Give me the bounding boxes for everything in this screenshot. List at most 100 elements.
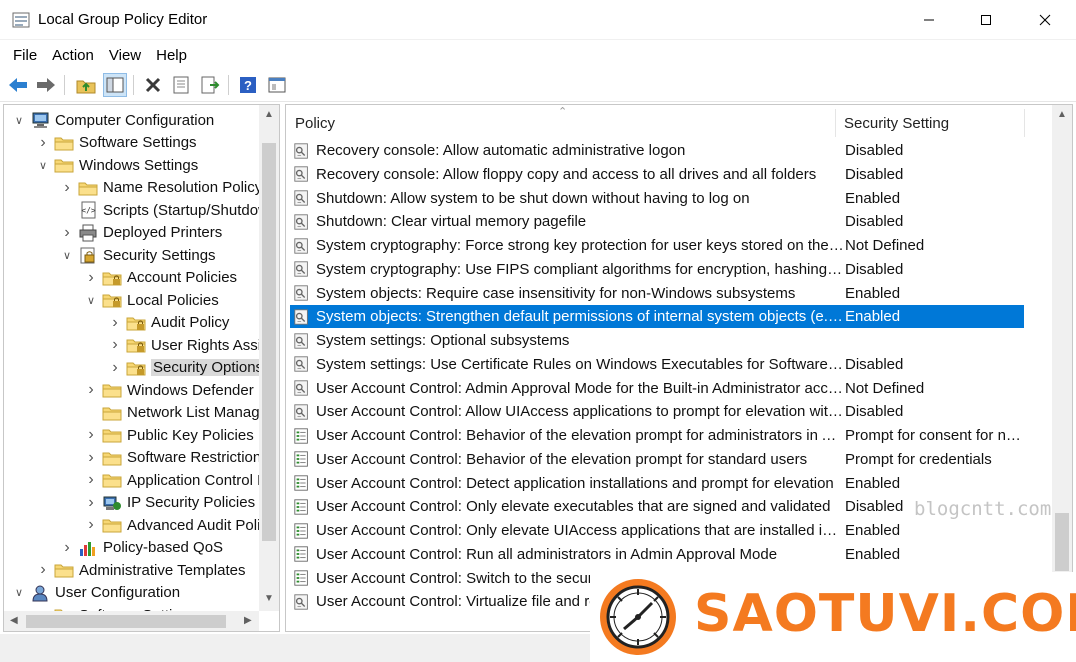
policy-row[interactable]: User Account Control: Allow UIAccess app… (290, 400, 1024, 423)
collapse-chevron-icon[interactable]: ∨ (12, 582, 26, 604)
policy-row[interactable]: User Account Control: Behavior of the el… (290, 448, 1024, 471)
policy-row[interactable]: System objects: Require case insensitivi… (290, 282, 1024, 305)
expand-chevron-icon[interactable]: › (60, 222, 74, 244)
policy-row[interactable]: User Account Control: Behavior of the el… (290, 424, 1024, 447)
export-list-button[interactable] (198, 73, 222, 97)
policy-name: User Account Control: Allow UIAccess app… (316, 403, 844, 421)
tree-item[interactable]: › Windows Defender Firewall (84, 379, 279, 401)
policy-row[interactable]: Shutdown: Allow system to be shut down w… (290, 187, 1024, 210)
delete-button[interactable] (141, 73, 165, 97)
expand-chevron-icon[interactable]: › (108, 312, 122, 334)
list-scroll-thumb[interactable] (1055, 513, 1069, 571)
tree-item[interactable]: ›User Rights Assignment (108, 334, 279, 356)
back-button[interactable] (6, 73, 30, 97)
policy-row[interactable]: Recovery console: Allow automatic admini… (290, 139, 1024, 162)
tree-horizontal-scrollbar[interactable]: ◀ ▶ (4, 611, 259, 631)
expand-chevron-icon[interactable]: › (108, 334, 122, 356)
policy-security-setting: Disabled (845, 142, 904, 159)
expand-chevron-icon[interactable]: › (36, 559, 50, 581)
expand-chevron-icon[interactable]: › (84, 447, 98, 469)
tree-item[interactable]: ∨ Security Settings (60, 244, 216, 266)
tree-item[interactable]: ∨ Local Policies (84, 289, 219, 311)
tree-hscroll-thumb[interactable] (26, 615, 226, 628)
expand-chevron-icon[interactable]: › (108, 357, 122, 379)
list-vertical-scrollbar[interactable]: ▲ (1052, 105, 1072, 631)
expand-chevron-icon[interactable]: › (60, 177, 74, 199)
tree-item[interactable]: › Name Resolution Policy (60, 177, 262, 199)
maximize-button[interactable] (957, 0, 1015, 40)
expand-chevron-icon[interactable]: › (84, 379, 98, 401)
tree-item[interactable]: › Account Policies (84, 267, 237, 289)
tree-item[interactable]: ∨ User Configuration (12, 582, 180, 604)
folder-icon (102, 407, 122, 420)
policy-name: System objects: Strengthen default permi… (316, 308, 844, 326)
policy-row[interactable]: System cryptography: Force strong key pr… (290, 234, 1024, 257)
collapse-chevron-icon[interactable]: ∨ (12, 109, 26, 131)
up-one-level-button[interactable] (74, 73, 98, 97)
folder-icon (102, 384, 122, 398)
menu-file[interactable]: File (6, 47, 44, 64)
menu-help[interactable]: Help (149, 47, 194, 64)
policy-row[interactable]: System objects: Strengthen default permi… (290, 305, 1024, 329)
collapse-chevron-icon[interactable]: ∨ (36, 154, 50, 176)
menu-view[interactable]: View (102, 47, 148, 64)
policy-row[interactable]: User Account Control: Detect application… (290, 472, 1024, 495)
tree-item[interactable]: › Software Restriction Policies (84, 447, 279, 469)
tree-item[interactable]: ∨ Computer Configuration (12, 109, 214, 131)
tree-item[interactable]: › Software Settings (36, 132, 196, 154)
tree-item[interactable]: Network List Manager Policies (84, 402, 279, 424)
help-button[interactable]: ? (236, 73, 260, 97)
scroll-down-icon[interactable]: ▼ (264, 593, 274, 604)
policy-row[interactable]: Shutdown: Clear virtual memory pagefile D… (290, 210, 1024, 233)
menu-action[interactable]: Action (45, 47, 101, 64)
policy-security-setting: Not Defined (845, 237, 925, 254)
column-header-security-setting[interactable]: Security Setting (844, 105, 1024, 141)
policy-row[interactable]: User Account Control: Admin Approval Mod… (290, 377, 1024, 400)
collapse-chevron-icon[interactable]: ∨ (84, 289, 98, 311)
tree-item[interactable]: › Policy-based QoS (60, 537, 223, 559)
column-header-policy[interactable]: Policy (295, 105, 835, 141)
folder-icon (54, 137, 74, 150)
expand-chevron-icon[interactable]: › (36, 132, 50, 154)
policy-security-setting: Not Defined (845, 379, 925, 397)
minimize-button[interactable] (900, 0, 958, 40)
policy-row[interactable]: User Account Control: Run all administra… (290, 543, 1024, 566)
policy-row[interactable]: System settings: Optional subsystems (290, 329, 1024, 352)
show-hide-console-tree-button[interactable] (103, 73, 127, 97)
list-scroll-up-icon[interactable]: ▲ (1057, 109, 1067, 120)
expand-chevron-icon[interactable]: › (84, 267, 98, 289)
scroll-left-icon[interactable]: ◀ (10, 615, 18, 626)
collapse-chevron-icon[interactable]: ∨ (60, 244, 74, 266)
tree-item[interactable]: ∨ Windows Settings (36, 154, 198, 176)
scroll-up-icon[interactable]: ▲ (264, 109, 274, 120)
expand-chevron-icon[interactable]: › (84, 424, 98, 446)
close-button[interactable] (1016, 0, 1074, 40)
forward-button[interactable] (34, 73, 58, 97)
tree-item-label: Application Control Policies (127, 471, 279, 489)
policy-icon (294, 309, 308, 325)
expand-chevron-icon[interactable]: › (60, 537, 74, 559)
tree-item[interactable]: › Advanced Audit Policy Configuration (84, 514, 279, 536)
toolbar: ? (0, 68, 1076, 102)
tree-item[interactable]: </> Scripts (Startup/Shutdown) (60, 199, 279, 221)
tree-item[interactable]: › IP Security Policies on Local Computer (84, 492, 279, 514)
policy-row[interactable]: System cryptography: Use FIPS compliant … (290, 258, 1024, 281)
tree-item[interactable]: › Administrative Templates (36, 559, 245, 581)
policy-row[interactable]: System settings: Use Certificate Rules o… (290, 353, 1024, 376)
tree-item[interactable]: › Security Options (108, 357, 266, 379)
tree-item[interactable]: › Deployed Printers (60, 222, 222, 244)
policy-row[interactable]: Recovery console: Allow floppy copy and … (290, 163, 1024, 186)
expand-chevron-icon[interactable]: › (84, 514, 98, 536)
tree-vertical-scrollbar[interactable]: ▲ ▼ (259, 105, 279, 611)
expand-chevron-icon[interactable]: › (84, 492, 98, 514)
tree-scroll-thumb[interactable] (262, 143, 276, 541)
policy-row[interactable]: User Account Control: Only elevate UIAcc… (290, 519, 1024, 542)
console-view-button[interactable] (265, 73, 289, 97)
properties-button[interactable] (169, 73, 193, 97)
expand-chevron-icon[interactable]: › (84, 469, 98, 491)
tree-item[interactable]: › Audit Policy (108, 312, 229, 334)
tree-item[interactable]: › Public Key Policies (84, 424, 253, 446)
policy-name: Recovery console: Allow automatic admini… (316, 142, 686, 159)
scroll-right-icon[interactable]: ▶ (244, 615, 252, 626)
tree-item[interactable]: › Application Control Policies (84, 469, 279, 491)
